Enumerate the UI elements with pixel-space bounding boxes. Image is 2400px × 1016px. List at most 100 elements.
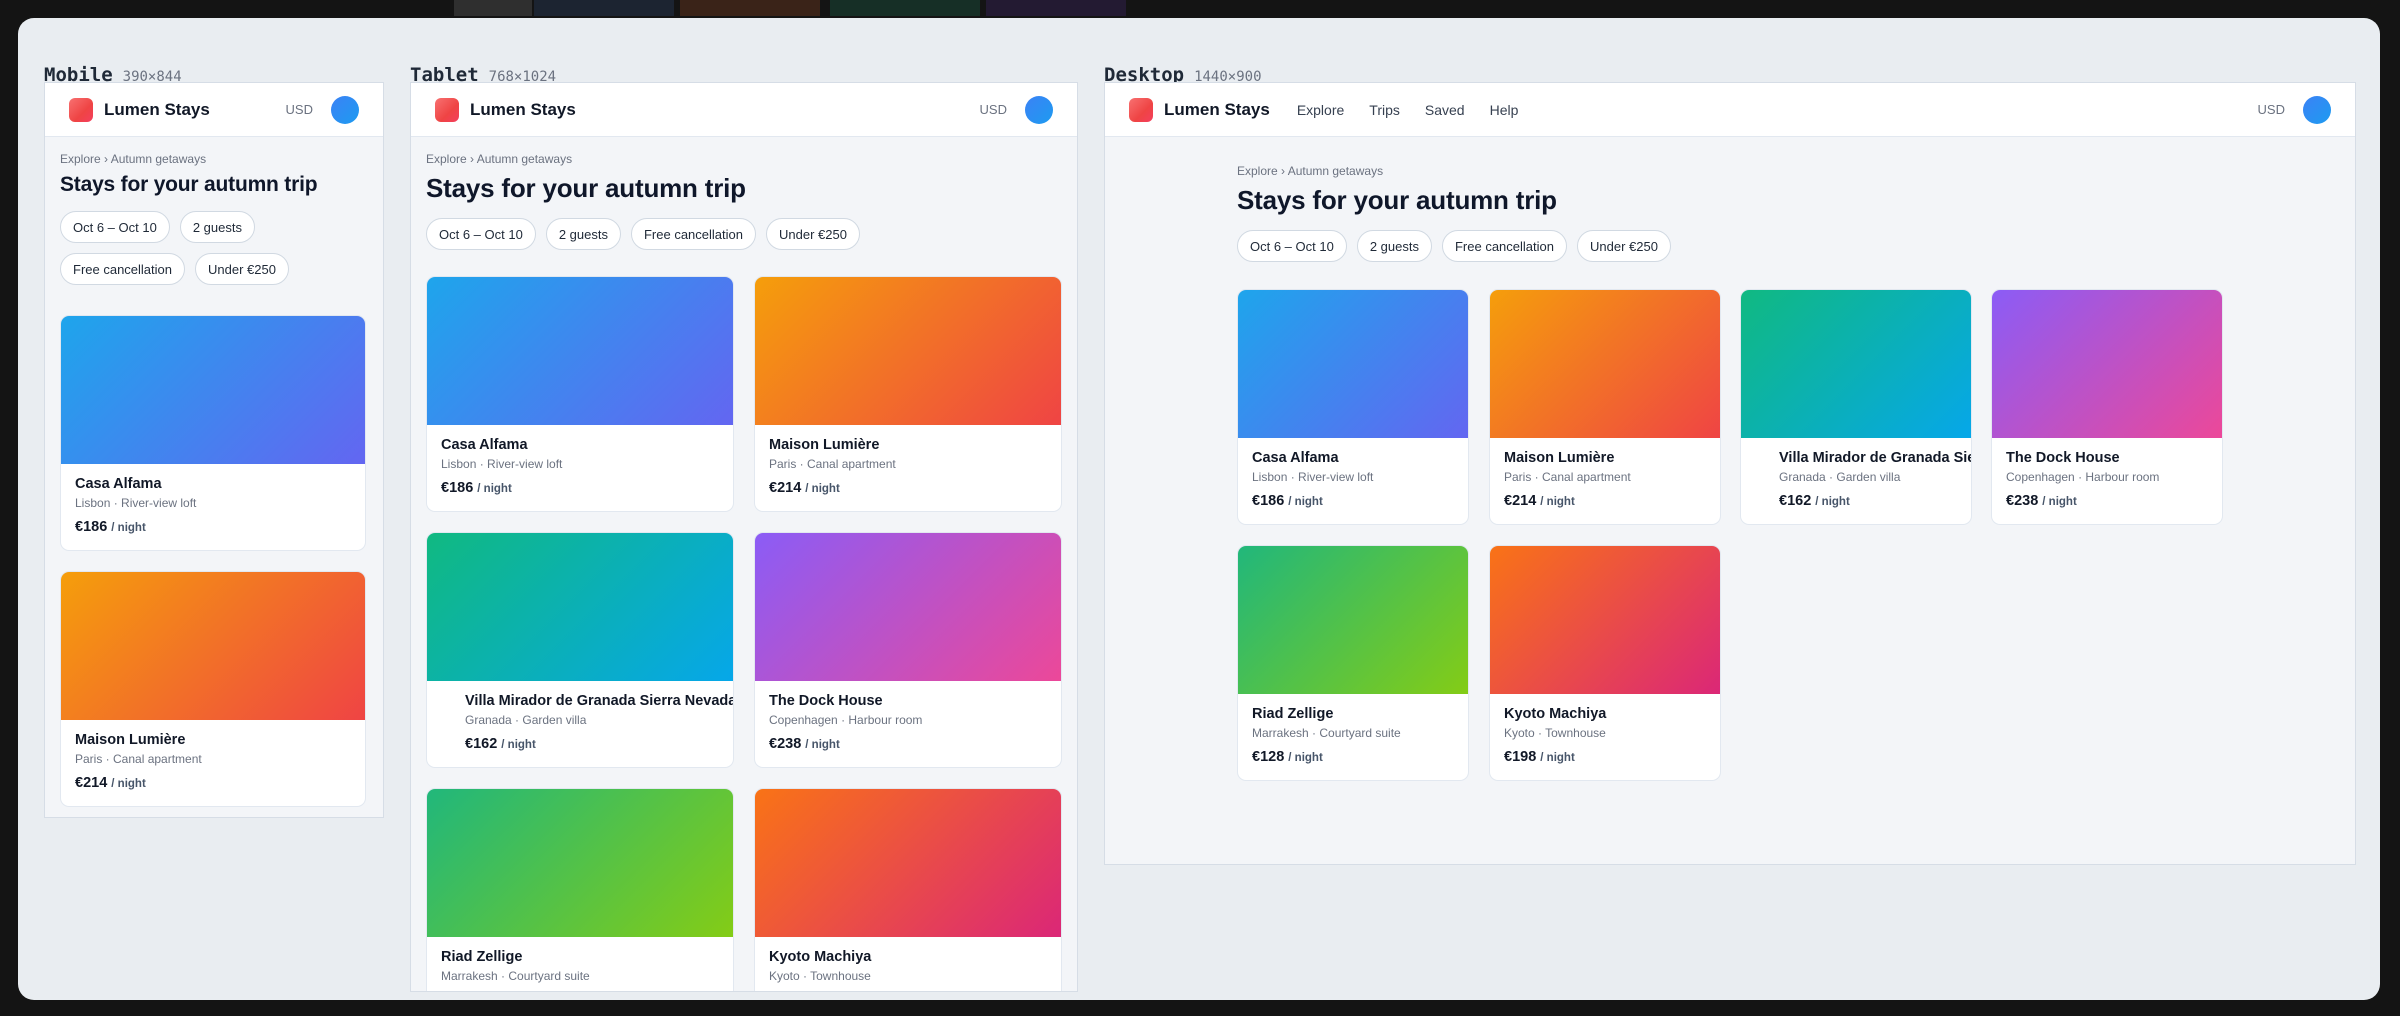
filter-chip-price[interactable]: Under €250 [195,253,289,285]
listing-name: The Dock House [769,693,883,709]
top-bar: Lumen Stays USD [411,83,1077,137]
top-bar: Lumen Stays USD [45,83,383,137]
listing-location: Marrakesh · Courtyard suite [1252,726,1401,740]
tablet-frame: Lumen Stays USD Explore › Autumn getaway… [410,82,1078,992]
price-unit: / night [1540,496,1575,508]
breadcrumb[interactable]: Explore › Autumn getaways [1237,164,1937,178]
listing-price: €162 [465,736,498,752]
listing-card[interactable]: Casa Alfama Lisbon · River-view loft €18… [426,276,734,512]
listing-name: Villa Mirador de Granada Sierra Nevada [1779,450,1971,466]
listing-name: Kyoto Machiya [1504,706,1607,722]
listing-card[interactable]: Villa Mirador de Granada Sierra Nevada G… [1740,289,1972,525]
listing-photo [755,789,1061,937]
listing-card[interactable]: Riad Zellige Marrakesh · Courtyard suite… [1237,545,1469,781]
listing-card[interactable]: Maison Lumière Paris · Canal apartment €… [754,276,1062,512]
filter-chip-guests[interactable]: 2 guests [1356,230,1432,262]
nav-item-saved[interactable]: Saved [1425,102,1465,118]
listing-location: Paris · Canal apartment [75,752,202,766]
listing-card[interactable]: Kyoto Machiya Kyoto · Townhouse €198 / n… [1489,545,1721,781]
breadcrumb[interactable]: Explore › Autumn getaways [426,152,1056,166]
brand-name[interactable]: Lumen Stays [104,100,210,120]
listing-card[interactable]: The Dock House Copenhagen · Harbour room… [754,532,1062,768]
listing-card[interactable]: Riad Zellige Marrakesh · Courtyard suite… [426,788,734,991]
preview-canvas: Mobile 390×844 Lumen Stays USD Explore ›… [18,18,2380,1000]
brand-name[interactable]: Lumen Stays [1164,100,1270,120]
filter-chip-price[interactable]: Under €250 [1576,230,1671,262]
listing-location: Copenhagen · Harbour room [769,713,923,727]
currency-selector[interactable]: USD [980,102,1007,117]
listing-price: €214 [75,775,108,791]
avatar[interactable] [2303,95,2331,124]
listing-price: €186 [441,480,474,496]
price-unit: / night [501,739,536,751]
currency-selector[interactable]: USD [286,102,313,117]
nav-item-trips[interactable]: Trips [1369,102,1400,118]
listing-card[interactable]: Maison Lumière Paris · Canal apartment €… [60,571,366,807]
listing-name: Casa Alfama [1252,450,1339,466]
filter-chip-guests[interactable]: 2 guests [179,211,255,243]
price-unit: / night [477,483,512,495]
filter-chip-dates[interactable]: Oct 6 – Oct 10 [1237,230,1347,262]
listing-photo [755,533,1061,681]
listing-location: Lisbon · River-view loft [441,457,563,471]
listing-card[interactable]: Villa Mirador de Granada Sierra Nevada G… [426,532,734,768]
avatar[interactable] [331,95,359,124]
listing-name: Kyoto Machiya [769,949,872,965]
listing-card[interactable]: Casa Alfama Lisbon · River-view loft €18… [1237,289,1469,525]
logo-icon[interactable] [69,97,93,122]
listing-card[interactable]: Kyoto Machiya Kyoto · Townhouse €198 / n… [754,788,1062,991]
listing-name: The Dock House [2006,450,2120,466]
page-title: Stays for your autumn trip [426,173,746,203]
listing-location: Granada · Garden villa [465,713,587,727]
listing-photo [61,572,365,720]
avatar[interactable] [1025,95,1053,124]
listing-photo [1992,290,2222,438]
nav-item-explore[interactable]: Explore [1297,102,1344,118]
listing-photo [1490,546,1720,694]
listing-location: Copenhagen · Harbour room [2006,470,2160,484]
logo-icon[interactable] [435,97,459,122]
listing-card[interactable]: The Dock House Copenhagen · Harbour room… [1991,289,2223,525]
price-unit: / night [111,778,146,790]
filter-chip-dates[interactable]: Oct 6 – Oct 10 [426,218,536,250]
filter-chip-free-cancellation[interactable]: Free cancellation [1441,230,1567,262]
breadcrumb[interactable]: Explore › Autumn getaways [60,152,370,166]
nav-item-help[interactable]: Help [1490,102,1519,118]
listing-location: Lisbon · River-view loft [1252,470,1374,484]
price-unit: / night [111,522,146,534]
filter-chip-price[interactable]: Under €250 [765,218,860,250]
filter-chip-free-cancellation[interactable]: Free cancellation [60,253,185,285]
price-unit: / night [805,483,840,495]
page-title: Stays for your autumn trip [60,173,318,196]
currency-selector[interactable]: USD [2258,102,2285,117]
logo-icon[interactable] [1129,97,1153,122]
listing-card[interactable]: Maison Lumière Paris · Canal apartment €… [1489,289,1721,525]
listing-price: €198 [1504,749,1537,765]
listing-name: Riad Zellige [1252,706,1334,722]
listing-card[interactable]: Casa Alfama Lisbon · River-view loft €18… [60,315,366,551]
filter-chips: Oct 6 – Oct 10 2 guests Free cancellatio… [426,218,1056,250]
listing-location: Lisbon · River-view loft [75,496,197,510]
listing-name: Maison Lumière [75,732,186,748]
listing-price: €214 [1504,493,1537,509]
listing-name: Villa Mirador de Granada Sierra Nevada [465,693,734,709]
listing-photo [61,316,365,464]
listing-price: €186 [75,519,108,535]
listing-photo [1238,290,1468,438]
listing-price: €238 [769,736,802,752]
listing-photo [1490,290,1720,438]
listing-price: €238 [2006,493,2039,509]
listing-name: Maison Lumière [769,437,880,453]
listing-location: Kyoto · Townhouse [769,969,871,983]
background-strip [454,0,532,16]
mobile-frame: Lumen Stays USD Explore › Autumn getaway… [44,82,384,818]
filter-chip-dates[interactable]: Oct 6 – Oct 10 [60,211,170,243]
filter-chip-free-cancellation[interactable]: Free cancellation [630,218,756,250]
filter-chip-guests[interactable]: 2 guests [545,218,621,250]
background-strip [534,0,674,16]
main-nav: Explore Trips Saved Help [1297,102,1519,118]
filter-chips: Oct 6 – Oct 10 2 guests Free cancellatio… [60,211,370,285]
brand-name[interactable]: Lumen Stays [470,100,576,120]
price-unit: / night [1540,752,1575,764]
listing-location: Marrakesh · Courtyard suite [441,969,590,983]
